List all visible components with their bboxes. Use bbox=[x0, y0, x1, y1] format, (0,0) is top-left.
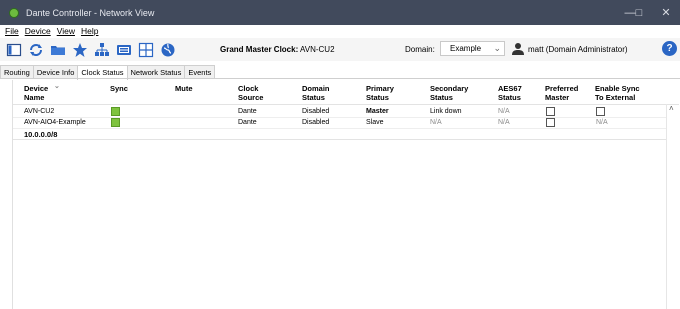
device-name: AVN-CU2 bbox=[24, 108, 55, 115]
folder-icon bbox=[50, 45, 65, 55]
table-row[interactable]: AVN-AIO4-Example Dante Disabled Slave N/… bbox=[13, 118, 667, 129]
column-header-mute[interactable]: Mute bbox=[175, 84, 193, 93]
secondary-status: N/A bbox=[430, 119, 442, 126]
grand-master-value: AVN-CU2 bbox=[300, 45, 335, 54]
tab-device-info[interactable]: Device Info bbox=[32, 65, 79, 79]
clock-source: Dante bbox=[238, 108, 257, 115]
user-icon bbox=[512, 43, 524, 55]
enable-sync-value: N/A bbox=[596, 119, 608, 126]
tab-network-status[interactable]: Network Status bbox=[126, 65, 186, 79]
matrix-view-button[interactable] bbox=[136, 40, 155, 59]
menu-bar: File Device View Help bbox=[0, 25, 680, 37]
column-header-secondary-status[interactable]: Secondary Status bbox=[430, 84, 468, 102]
network-view-button[interactable] bbox=[92, 40, 111, 59]
aes67-status: N/A bbox=[498, 108, 510, 115]
toolbar: Grand Master Clock: AVN-CU2 Domain: Exam… bbox=[0, 38, 680, 61]
tab-events[interactable]: Events bbox=[184, 65, 216, 79]
user-label: matt (Domain Administrator) bbox=[528, 45, 628, 54]
column-header-enable-sync[interactable]: Enable Sync To External bbox=[595, 84, 640, 102]
sort-indicator-icon: ⌄ bbox=[54, 83, 60, 90]
subnet-row[interactable]: 10.0.0.0/8 bbox=[13, 129, 667, 140]
column-header-preferred-master[interactable]: Preferred Master bbox=[545, 84, 578, 102]
column-header-sync[interactable]: Sync bbox=[110, 84, 128, 93]
device-view-button[interactable] bbox=[114, 40, 133, 59]
menu-device[interactable]: Device bbox=[25, 26, 51, 36]
domain-label: Domain: bbox=[405, 45, 435, 54]
tab-divider bbox=[0, 78, 680, 79]
primary-status: Master bbox=[366, 108, 389, 115]
star-icon bbox=[72, 42, 87, 57]
presets-button[interactable] bbox=[158, 40, 177, 59]
maximize-button[interactable]: □ bbox=[632, 0, 646, 25]
window-title: Dante Controller - Network View bbox=[26, 7, 155, 18]
preferred-master-checkbox[interactable] bbox=[546, 118, 555, 127]
aes67-status: N/A bbox=[498, 119, 510, 126]
clock-status-table: ⌄ Device Name Sync Mute Clock Source Domai… bbox=[12, 80, 679, 309]
clock-source: Dante bbox=[238, 119, 257, 126]
enable-sync-checkbox[interactable] bbox=[596, 107, 605, 116]
table-header: ⌄ Device Name Sync Mute Clock Source Domai… bbox=[13, 80, 679, 105]
view-tabs: Routing Device Info Clock Status Network… bbox=[0, 65, 216, 80]
grid-icon bbox=[138, 42, 153, 57]
table-row[interactable]: AVN-CU2 Dante Disabled Master Link down … bbox=[13, 107, 667, 118]
domain-status: Disabled bbox=[302, 108, 330, 115]
device-name: AVN-AIO4-Example bbox=[24, 119, 86, 126]
tab-routing[interactable]: Routing bbox=[0, 65, 34, 79]
refresh-icon bbox=[29, 43, 42, 56]
primary-status: Slave bbox=[366, 119, 384, 126]
panel-icon bbox=[6, 43, 21, 56]
vertical-scrollbar[interactable]: ˄ bbox=[666, 104, 678, 309]
column-header-domain-status[interactable]: Domain Status bbox=[302, 84, 330, 102]
menu-help[interactable]: Help bbox=[81, 26, 98, 36]
help-button[interactable]: ? bbox=[662, 41, 677, 56]
scroll-up-icon[interactable]: ˄ bbox=[669, 104, 674, 113]
sync-status-indicator bbox=[111, 107, 120, 116]
column-header-primary-status[interactable]: Primary Status bbox=[366, 84, 394, 102]
sync-status-indicator bbox=[111, 118, 120, 127]
domain-select-value: Example bbox=[450, 44, 482, 53]
column-header-clock-source[interactable]: Clock Source bbox=[238, 84, 263, 102]
preferred-master-checkbox[interactable] bbox=[546, 107, 555, 116]
domain-status: Disabled bbox=[302, 119, 330, 126]
menu-file[interactable]: File bbox=[5, 26, 19, 36]
app-logo-icon bbox=[9, 7, 19, 18]
favorites-button[interactable] bbox=[70, 40, 89, 59]
column-header-aes67-status[interactable]: AES67 Status bbox=[498, 84, 522, 102]
subnet-label: 10.0.0.0/8 bbox=[24, 130, 58, 139]
domain-select[interactable]: Example ⌄ bbox=[440, 41, 505, 56]
chevron-down-icon: ⌄ bbox=[493, 43, 501, 53]
device-icon bbox=[116, 44, 131, 55]
menu-view[interactable]: View bbox=[57, 26, 75, 36]
globe-icon bbox=[161, 43, 174, 56]
column-header-device-name[interactable]: ⌄ Device Name bbox=[24, 83, 60, 102]
network-icon bbox=[94, 42, 109, 56]
grand-master-label: Grand Master Clock: bbox=[220, 45, 299, 54]
secondary-status: Link down bbox=[430, 108, 462, 115]
title-bar: Dante Controller - Network View bbox=[0, 0, 680, 25]
sidebar-toggle-button[interactable] bbox=[4, 40, 23, 59]
open-folder-button[interactable] bbox=[48, 40, 67, 59]
refresh-button[interactable] bbox=[26, 40, 45, 59]
close-button[interactable]: ✕ bbox=[650, 0, 680, 25]
